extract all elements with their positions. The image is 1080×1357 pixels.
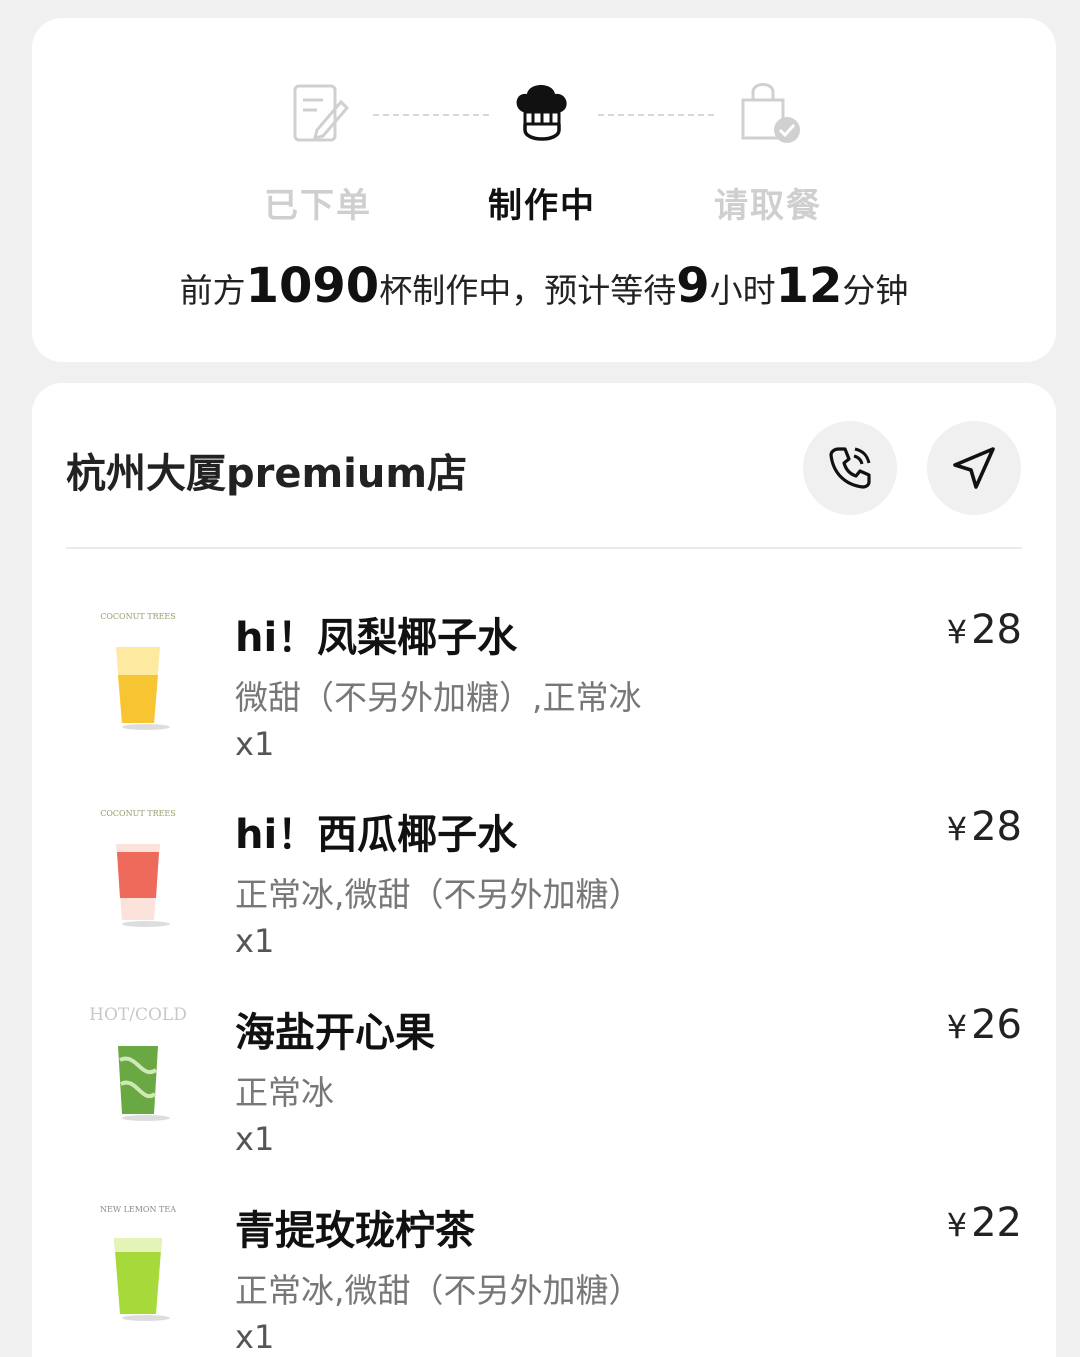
phone-call-icon	[829, 447, 871, 489]
order-item[interactable]: COCONUT TREES hi！西瓜椰子水 正常冰,微甜（不另外加糖） x1 …	[32, 802, 1056, 982]
navigate-button[interactable]	[927, 421, 1021, 515]
step-pickup-label: 请取餐	[714, 186, 822, 226]
item-spec: 正常冰,微甜（不另外加糖）	[235, 1271, 642, 1310]
product-thumbnail: NEW LEMON TEA	[100, 1205, 176, 1321]
wait-prefix: 前方	[179, 271, 246, 310]
wait-middle-text: 杯制作中，预计等待	[379, 271, 677, 310]
currency-symbol: ¥	[946, 810, 968, 848]
minutes-unit: 分钟	[842, 271, 909, 310]
order-status-card: 已下单 制作中 请取餐 前方1090杯制作中，预计等待9小时12分钟	[32, 18, 1056, 362]
svg-text:HOT/COLD: HOT/COLD	[89, 1005, 187, 1025]
svg-text:COCONUT TREES: COCONUT TREES	[100, 612, 176, 621]
order-item[interactable]: HOT/COLD 海盐开心果 正常冰 x1 ¥26	[32, 1000, 1056, 1180]
step-making: 制作中	[442, 78, 642, 227]
order-item[interactable]: COCONUT TREES hi！凤梨椰子水 微甜（不另外加糖）,正常冰 x1 …	[32, 605, 1056, 785]
item-quantity: x1	[235, 725, 275, 763]
step-making-label: 制作中	[488, 186, 596, 226]
store-name: 杭州大厦premium店	[66, 451, 468, 497]
navigation-arrow-icon	[953, 447, 995, 489]
price-value: 26	[971, 1002, 1022, 1048]
step-ordered-label: 已下单	[264, 186, 372, 226]
item-quantity: x1	[235, 922, 275, 960]
currency-symbol: ¥	[946, 1008, 968, 1046]
item-quantity: x1	[235, 1318, 275, 1356]
wait-hours: 9	[676, 258, 710, 314]
product-thumbnail: COCONUT TREES	[100, 809, 176, 927]
svg-text:NEW LEMON TEA: NEW LEMON TEA	[100, 1205, 176, 1214]
divider	[66, 547, 1022, 549]
product-thumbnail: HOT/COLD	[89, 1005, 187, 1121]
item-price: ¥28	[947, 607, 1022, 653]
wait-minutes: 12	[775, 258, 843, 314]
shopping-bag-check-icon	[741, 83, 800, 143]
step-pickup: 请取餐	[668, 78, 868, 227]
item-price: ¥28	[947, 804, 1022, 850]
item-price: ¥22	[947, 1200, 1022, 1246]
item-spec: 微甜（不另外加糖）,正常冰	[235, 678, 642, 717]
item-name: hi！西瓜椰子水	[235, 812, 518, 858]
currency-symbol: ¥	[946, 1206, 968, 1244]
hours-unit: 小时	[709, 271, 776, 310]
product-thumbnail: COCONUT TREES	[100, 612, 176, 730]
item-name: 海盐开心果	[235, 1010, 435, 1056]
cups-ahead-count: 1090	[245, 258, 380, 314]
item-quantity: x1	[235, 1120, 275, 1158]
store-order-card: 杭州大厦premium店 COCONUT TREES hi！凤梨椰子水 微甜（不…	[32, 383, 1056, 1357]
item-spec: 正常冰	[235, 1073, 334, 1112]
call-store-button[interactable]	[803, 421, 897, 515]
item-name: 青提玫珑柠茶	[235, 1208, 475, 1254]
order-item[interactable]: NEW LEMON TEA 青提玫珑柠茶 正常冰,微甜（不另外加糖） x1 ¥2…	[32, 1198, 1056, 1357]
step-ordered: 已下单	[218, 78, 418, 227]
item-price: ¥26	[947, 1002, 1022, 1048]
wait-estimate: 前方1090杯制作中，预计等待9小时12分钟	[32, 258, 1056, 314]
svg-text:COCONUT TREES: COCONUT TREES	[100, 809, 176, 818]
price-value: 28	[971, 804, 1022, 850]
chef-hat-icon	[516, 85, 567, 141]
price-value: 22	[971, 1200, 1022, 1246]
item-spec: 正常冰,微甜（不另外加糖）	[235, 875, 642, 914]
order-form-icon	[293, 84, 350, 142]
price-value: 28	[971, 607, 1022, 653]
item-name: hi！凤梨椰子水	[235, 615, 518, 661]
currency-symbol: ¥	[946, 613, 968, 651]
